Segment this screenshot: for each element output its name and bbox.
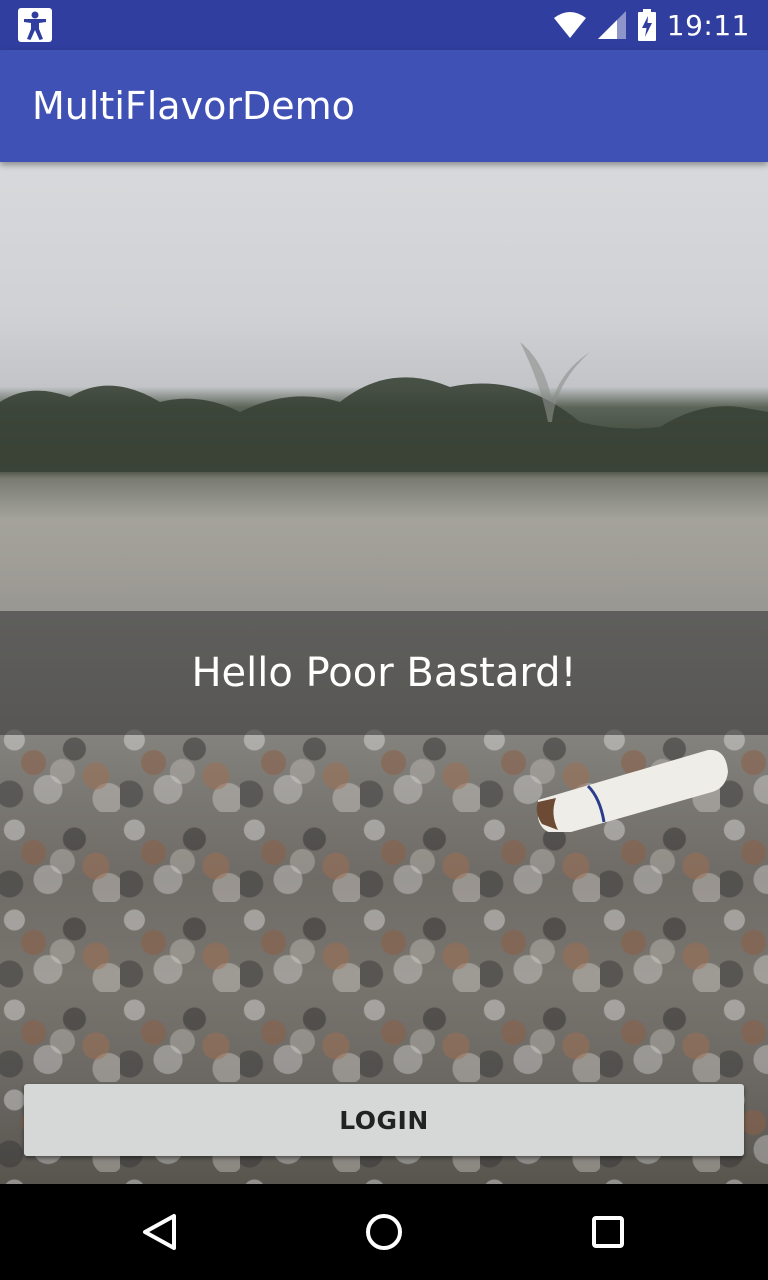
recents-icon[interactable] — [584, 1208, 632, 1256]
navigation-bar — [0, 1184, 768, 1280]
accessibility-icon — [18, 8, 52, 42]
home-icon[interactable] — [360, 1208, 408, 1256]
greeting-banner: Hello Poor Bastard! — [0, 611, 768, 735]
cigarette-butt-image — [536, 749, 728, 832]
login-button[interactable]: LOGIN — [24, 1084, 744, 1156]
screen: 19:11 MultiFlavorDemo Hello Poor Bastard… — [0, 0, 768, 1280]
app-title: MultiFlavorDemo — [32, 84, 355, 128]
signal-icon — [597, 11, 626, 39]
app-bar: MultiFlavorDemo — [0, 50, 768, 162]
battery-charging-icon — [637, 9, 656, 41]
greeting-text: Hello Poor Bastard! — [191, 650, 577, 696]
wifi-icon — [553, 12, 586, 38]
status-time: 19:11 — [666, 8, 750, 42]
status-bar: 19:11 — [0, 0, 768, 50]
treeline-image — [0, 342, 768, 472]
status-icons: 19:11 — [553, 8, 750, 42]
login-button-label: LOGIN — [339, 1105, 429, 1135]
back-icon[interactable] — [136, 1208, 184, 1256]
